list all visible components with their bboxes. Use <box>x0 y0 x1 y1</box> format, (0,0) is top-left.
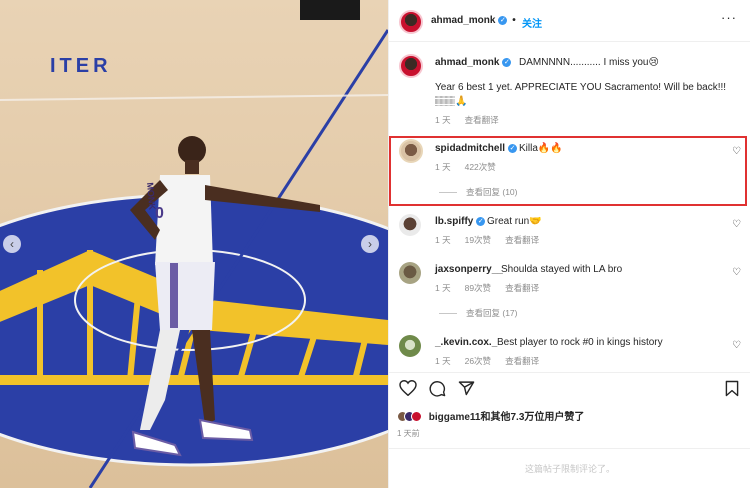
post-side-panel: ahmad_monk ✓ • 关注 ··· ahmad_monk ✓ DAMNNNN… <box>388 0 750 488</box>
chevron-right-icon: › <box>368 237 372 251</box>
liker-avatar <box>411 411 422 422</box>
caption-username[interactable]: ahmad_monk ✓ <box>435 57 512 68</box>
comment-username-text[interactable]: lb.spiffy <box>435 216 473 227</box>
comment-bubble-icon[interactable] <box>429 380 446 397</box>
comment-like-count[interactable]: 26次赞 <box>465 356 491 366</box>
author-username-text[interactable]: ahmad_monk <box>431 15 495 26</box>
comment-time: 1 天 <box>435 356 451 366</box>
save-bookmark-icon[interactable] <box>725 380 739 397</box>
comment-meta: 1 天 19次赞 查看翻译 <box>435 234 553 246</box>
caption-time: 1 天 <box>435 115 451 125</box>
view-replies-text[interactable]: 查看回复 (17) <box>466 308 517 318</box>
court-text: ITER <box>50 55 112 77</box>
author-username[interactable]: ahmad_monk ✓ • <box>431 15 518 26</box>
caption-translate-link[interactable]: 查看翻译 <box>465 115 499 125</box>
comment-like-count[interactable]: 19次赞 <box>465 235 491 245</box>
comment-translate-link[interactable]: 查看翻译 <box>505 283 539 293</box>
like-comment-heart-icon[interactable]: ♡ <box>732 219 741 230</box>
comment-username[interactable]: lb.spiffy ✓ <box>435 216 486 227</box>
comment-avatar[interactable] <box>399 335 421 357</box>
post-timestamp: 1 天前 <box>397 429 420 438</box>
comment-time: 1 天 <box>435 283 451 293</box>
like-comment-heart-icon[interactable]: ♡ <box>732 340 741 351</box>
comment-translate-link[interactable]: 查看翻译 <box>505 356 539 366</box>
comment-username-text[interactable]: jaxsonperry__ <box>435 264 503 275</box>
comment-avatar[interactable] <box>399 262 421 284</box>
comment-username-text[interactable]: _.kevin.cox._ <box>435 337 497 348</box>
caption-line-1: DAMNNNN........... I miss you😢 <box>519 57 659 68</box>
verified-badge-icon: ✓ <box>498 15 508 25</box>
post-action-bar <box>389 372 750 402</box>
likes-count-text[interactable]: 和其他7.3万位用户赞了 <box>480 412 584 423</box>
caption-line-3: 🏽🏽🙏 <box>435 96 468 107</box>
more-options-icon[interactable]: ··· <box>721 10 737 25</box>
dot-separator: • <box>512 15 516 26</box>
highlight-box <box>389 136 747 206</box>
comment-username[interactable]: jaxsonperry__ <box>435 264 503 275</box>
caption-username-text[interactable]: ahmad_monk <box>435 57 499 68</box>
comment-text: Best player to rock #0 in kings history <box>497 337 663 348</box>
like-comment-heart-icon[interactable]: ♡ <box>732 267 741 278</box>
comment-username[interactable]: _.kevin.cox._ <box>435 337 497 348</box>
share-paper-plane-icon[interactable] <box>458 380 475 397</box>
next-image-button[interactable]: › <box>361 235 379 253</box>
liker-username[interactable]: biggame11 <box>429 412 481 423</box>
likes-summary: biggame11和其他7.3万位用户赞了 <box>397 408 584 423</box>
comment-avatar[interactable] <box>399 214 421 236</box>
verified-badge-icon: ✓ <box>502 57 512 67</box>
comment-text: Great run🤝 <box>487 216 542 227</box>
view-replies-link[interactable]: 查看回复 (17) <box>439 307 517 319</box>
chevron-left-icon: ‹ <box>10 237 14 251</box>
comment-meta: 1 天 26次赞 查看翻译 <box>435 355 553 367</box>
caption-line-2: Year 6 best 1 yet. APPRECIATE YOU Sacram… <box>435 82 727 93</box>
follow-button[interactable]: 关注 <box>522 15 542 30</box>
comment-meta: 1 天 89次赞 查看翻译 <box>435 282 553 294</box>
post-photo: ITER MONK 0 ‹ › <box>0 0 388 488</box>
comment-like-count[interactable]: 89次赞 <box>465 283 491 293</box>
previous-image-button[interactable]: ‹ <box>3 235 21 253</box>
jersey-number: 0 <box>155 205 164 222</box>
comment-translate-link[interactable]: 查看翻译 <box>505 235 539 245</box>
author-avatar[interactable] <box>399 10 423 34</box>
verified-badge-icon: ✓ <box>476 216 486 226</box>
comments-disabled-notice: 这篇帖子限制评论了。 <box>389 448 750 488</box>
caption-avatar[interactable] <box>399 54 423 78</box>
replies-divider <box>439 313 457 315</box>
caption-meta: 1 天 查看翻译 <box>435 114 513 126</box>
like-heart-icon[interactable] <box>399 380 417 396</box>
comment-time: 1 天 <box>435 235 451 245</box>
post-header: ahmad_monk ✓ • 关注 ··· <box>389 0 750 42</box>
comment-text: Shoulda stayed with LA bro <box>501 264 623 275</box>
